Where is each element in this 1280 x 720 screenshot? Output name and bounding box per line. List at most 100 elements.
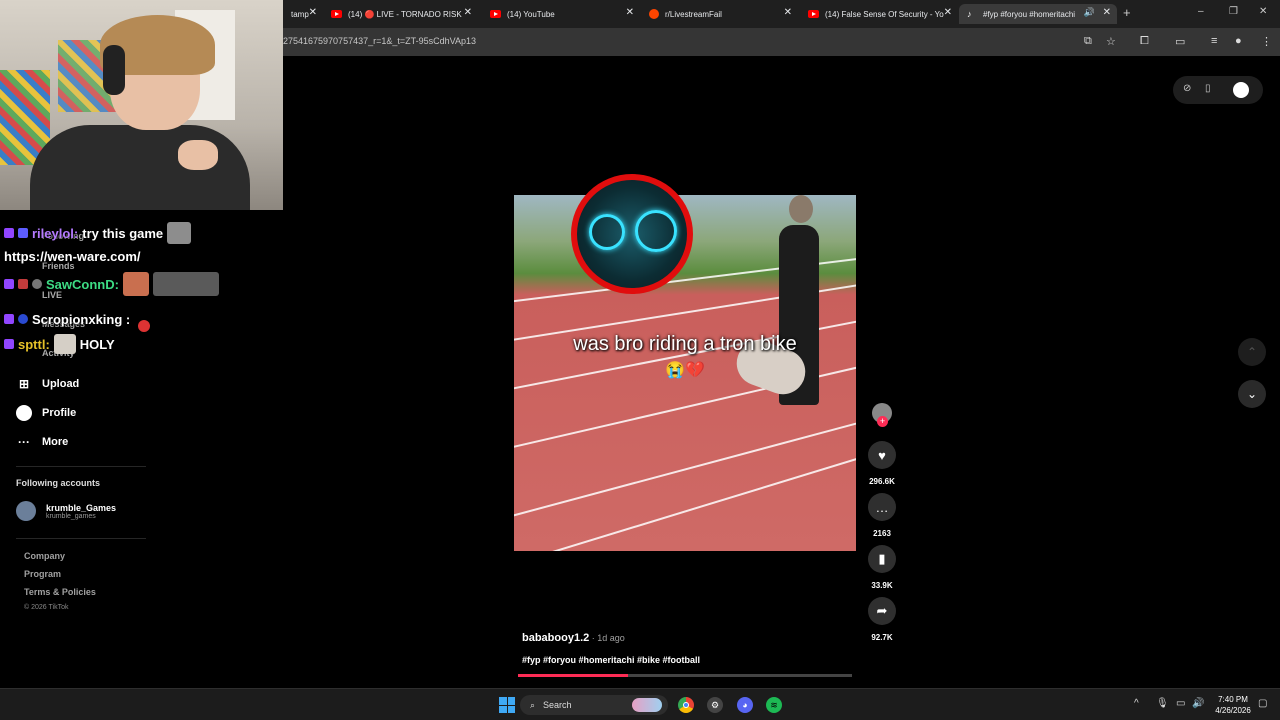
author-name[interactable]: bababooy1.2 [522, 632, 589, 644]
chat-emote [122, 272, 149, 296]
tab-label: r/LivestreamFail [665, 9, 722, 19]
bookmark-icon: ▮ [878, 551, 886, 566]
chat-badge-icon [4, 228, 14, 238]
chat-badge-icon [32, 279, 42, 289]
close-tab-icon[interactable]: ✕ [784, 7, 792, 18]
chat-emote [167, 222, 192, 244]
chat-text: HOLY [79, 336, 115, 352]
previous-video-button[interactable]: ⌃ [1238, 338, 1266, 366]
url-field[interactable]: 27541675970757437_r=1&_t=ZT-95sCdhVAp13 [283, 36, 476, 46]
tab-2[interactable]: (14) 🔴 LIVE - TORNADO RISK ✕ [323, 4, 478, 24]
tab-5[interactable]: (14) False Sense Of Security - Yo ✕ [800, 4, 958, 24]
caption-emoji: 😭💔 [665, 362, 705, 379]
profile-icon [16, 405, 32, 421]
volume-icon[interactable]: 🔊 [1192, 698, 1204, 709]
streamer-body [30, 125, 250, 210]
comment-count: 2163 [873, 529, 891, 538]
chevron-up-icon[interactable]: ^ [1134, 698, 1139, 709]
device-icon[interactable]: ▯ [1205, 83, 1211, 94]
tab-label: #fyp #foryou #homeritachi [983, 9, 1076, 19]
more-icon: ··· [18, 435, 30, 449]
next-video-button[interactable]: ⌄ [1238, 380, 1266, 408]
cast-icon[interactable]: ▭ [1175, 35, 1185, 48]
footer-link-company[interactable]: Company [24, 551, 65, 561]
chat-badge-icon [4, 339, 14, 349]
comment-button[interactable]: … [868, 493, 896, 521]
tab-4[interactable]: r/LivestreamFail ✕ [641, 4, 798, 24]
progress-fill [518, 674, 629, 677]
discord-icon[interactable]: ◕ [737, 697, 753, 713]
tron-wheel [589, 214, 625, 250]
close-tab-icon[interactable]: ✕ [944, 7, 952, 18]
chat-username: SawConnD: [46, 276, 119, 292]
youtube-icon [808, 10, 819, 18]
address-bar: 27541675970757437_r=1&_t=ZT-95sCdhVAp13 … [283, 28, 1280, 56]
extensions-icon[interactable]: ⧠ [1140, 35, 1149, 48]
browser-menu-icon[interactable]: ⋮ [1261, 35, 1272, 48]
share-button[interactable]: ➦ [868, 597, 896, 625]
chat-username: Scropionxking : [32, 311, 131, 327]
comment-icon: … [875, 499, 889, 515]
chat-username: rileylol: [32, 225, 79, 241]
sidebar-item-upload[interactable]: ⊞ Upload [16, 376, 79, 392]
compass-icon[interactable]: ⊘ [1183, 83, 1191, 94]
streamer-hand [178, 140, 218, 170]
video-author[interactable]: bababooy1.2 · 1d ago [522, 632, 625, 644]
tab-3[interactable]: (14) YouTube ✕ [482, 4, 640, 24]
taskbar-search[interactable]: ⌕ Search [520, 695, 668, 715]
video-progress-bar[interactable] [518, 674, 852, 677]
media-controls-icon[interactable]: ≡ [1211, 35, 1217, 47]
tab-6-active[interactable]: ♪ #fyp #foryou #homeritachi 🔊 ✕ [959, 4, 1117, 24]
windows-start-icon[interactable] [499, 697, 515, 713]
tab-1[interactable]: tamp ✕ [283, 4, 323, 24]
maximize-icon[interactable]: ❐ [1229, 6, 1238, 17]
chat-emote [53, 334, 76, 354]
runner-head [789, 195, 813, 223]
follow-plus-icon[interactable]: + [877, 416, 888, 427]
bookmark-star-icon[interactable]: ☆ [1106, 35, 1116, 48]
microphone-icon[interactable]: 🎙 [1156, 698, 1169, 709]
app-icon[interactable]: ⚙ [707, 697, 723, 713]
headphones [103, 45, 125, 95]
close-tab-icon[interactable]: ✕ [464, 7, 472, 18]
close-tab-icon[interactable]: ✕ [626, 7, 634, 18]
following-accounts-title: Following accounts [16, 478, 101, 488]
like-button[interactable]: ♥ [868, 441, 896, 469]
system-clock[interactable]: 7:40 PM 4/26/2026 [1208, 694, 1258, 716]
chrome-icon[interactable] [678, 697, 694, 713]
new-tab-icon[interactable]: + [1123, 5, 1131, 20]
sidebar-item-label: More [42, 436, 69, 448]
sidebar-item-profile[interactable]: Profile [16, 405, 76, 421]
save-button[interactable]: ▮ [868, 545, 896, 573]
track-lane [514, 405, 856, 527]
footer-link-terms[interactable]: Terms & Policies [24, 587, 96, 597]
tron-wheel [635, 210, 677, 252]
spotify-icon[interactable]: ≋ [766, 697, 782, 713]
post-time: · 1d ago [589, 633, 625, 643]
chat-text: https://wen-ware.com/ [4, 249, 141, 264]
share-icon: ➦ [876, 603, 888, 618]
video-hashtags[interactable]: #fyp #foryou #homeritachi #bike #footbal… [522, 655, 700, 665]
footer-link-program[interactable]: Program [24, 569, 61, 579]
close-window-icon[interactable]: ✕ [1259, 6, 1267, 17]
player-controls-pill: ⊘ ▯ [1173, 76, 1263, 104]
notification-icon[interactable]: ▢ [1258, 698, 1267, 709]
following-account[interactable]: krumble_Games krumble_games [16, 501, 116, 521]
close-tab-icon[interactable]: ✕ [309, 7, 317, 18]
tiktok-icon: ♪ [967, 9, 972, 19]
tab-label: (14) YouTube [507, 9, 555, 19]
network-icon[interactable]: ▭ [1176, 698, 1185, 709]
search-label: Search [543, 700, 572, 710]
toggle-icon[interactable] [1233, 82, 1249, 98]
sidebar-item-more[interactable]: ··· More [16, 434, 68, 450]
speaker-icon[interactable]: 🔊 [1084, 7, 1095, 18]
minimize-icon[interactable]: – [1198, 6, 1204, 17]
avatar-icon[interactable]: ● [1235, 35, 1242, 47]
share-count: 92.7K [871, 633, 893, 642]
close-tab-icon[interactable]: ✕ [1103, 7, 1111, 18]
chat-badge-icon [18, 279, 28, 289]
save-count: 33.9K [871, 581, 893, 590]
chat-text: try this game [82, 225, 164, 241]
sidebar-item-label: Upload [42, 378, 80, 390]
install-icon[interactable]: ⧉ [1084, 35, 1092, 48]
